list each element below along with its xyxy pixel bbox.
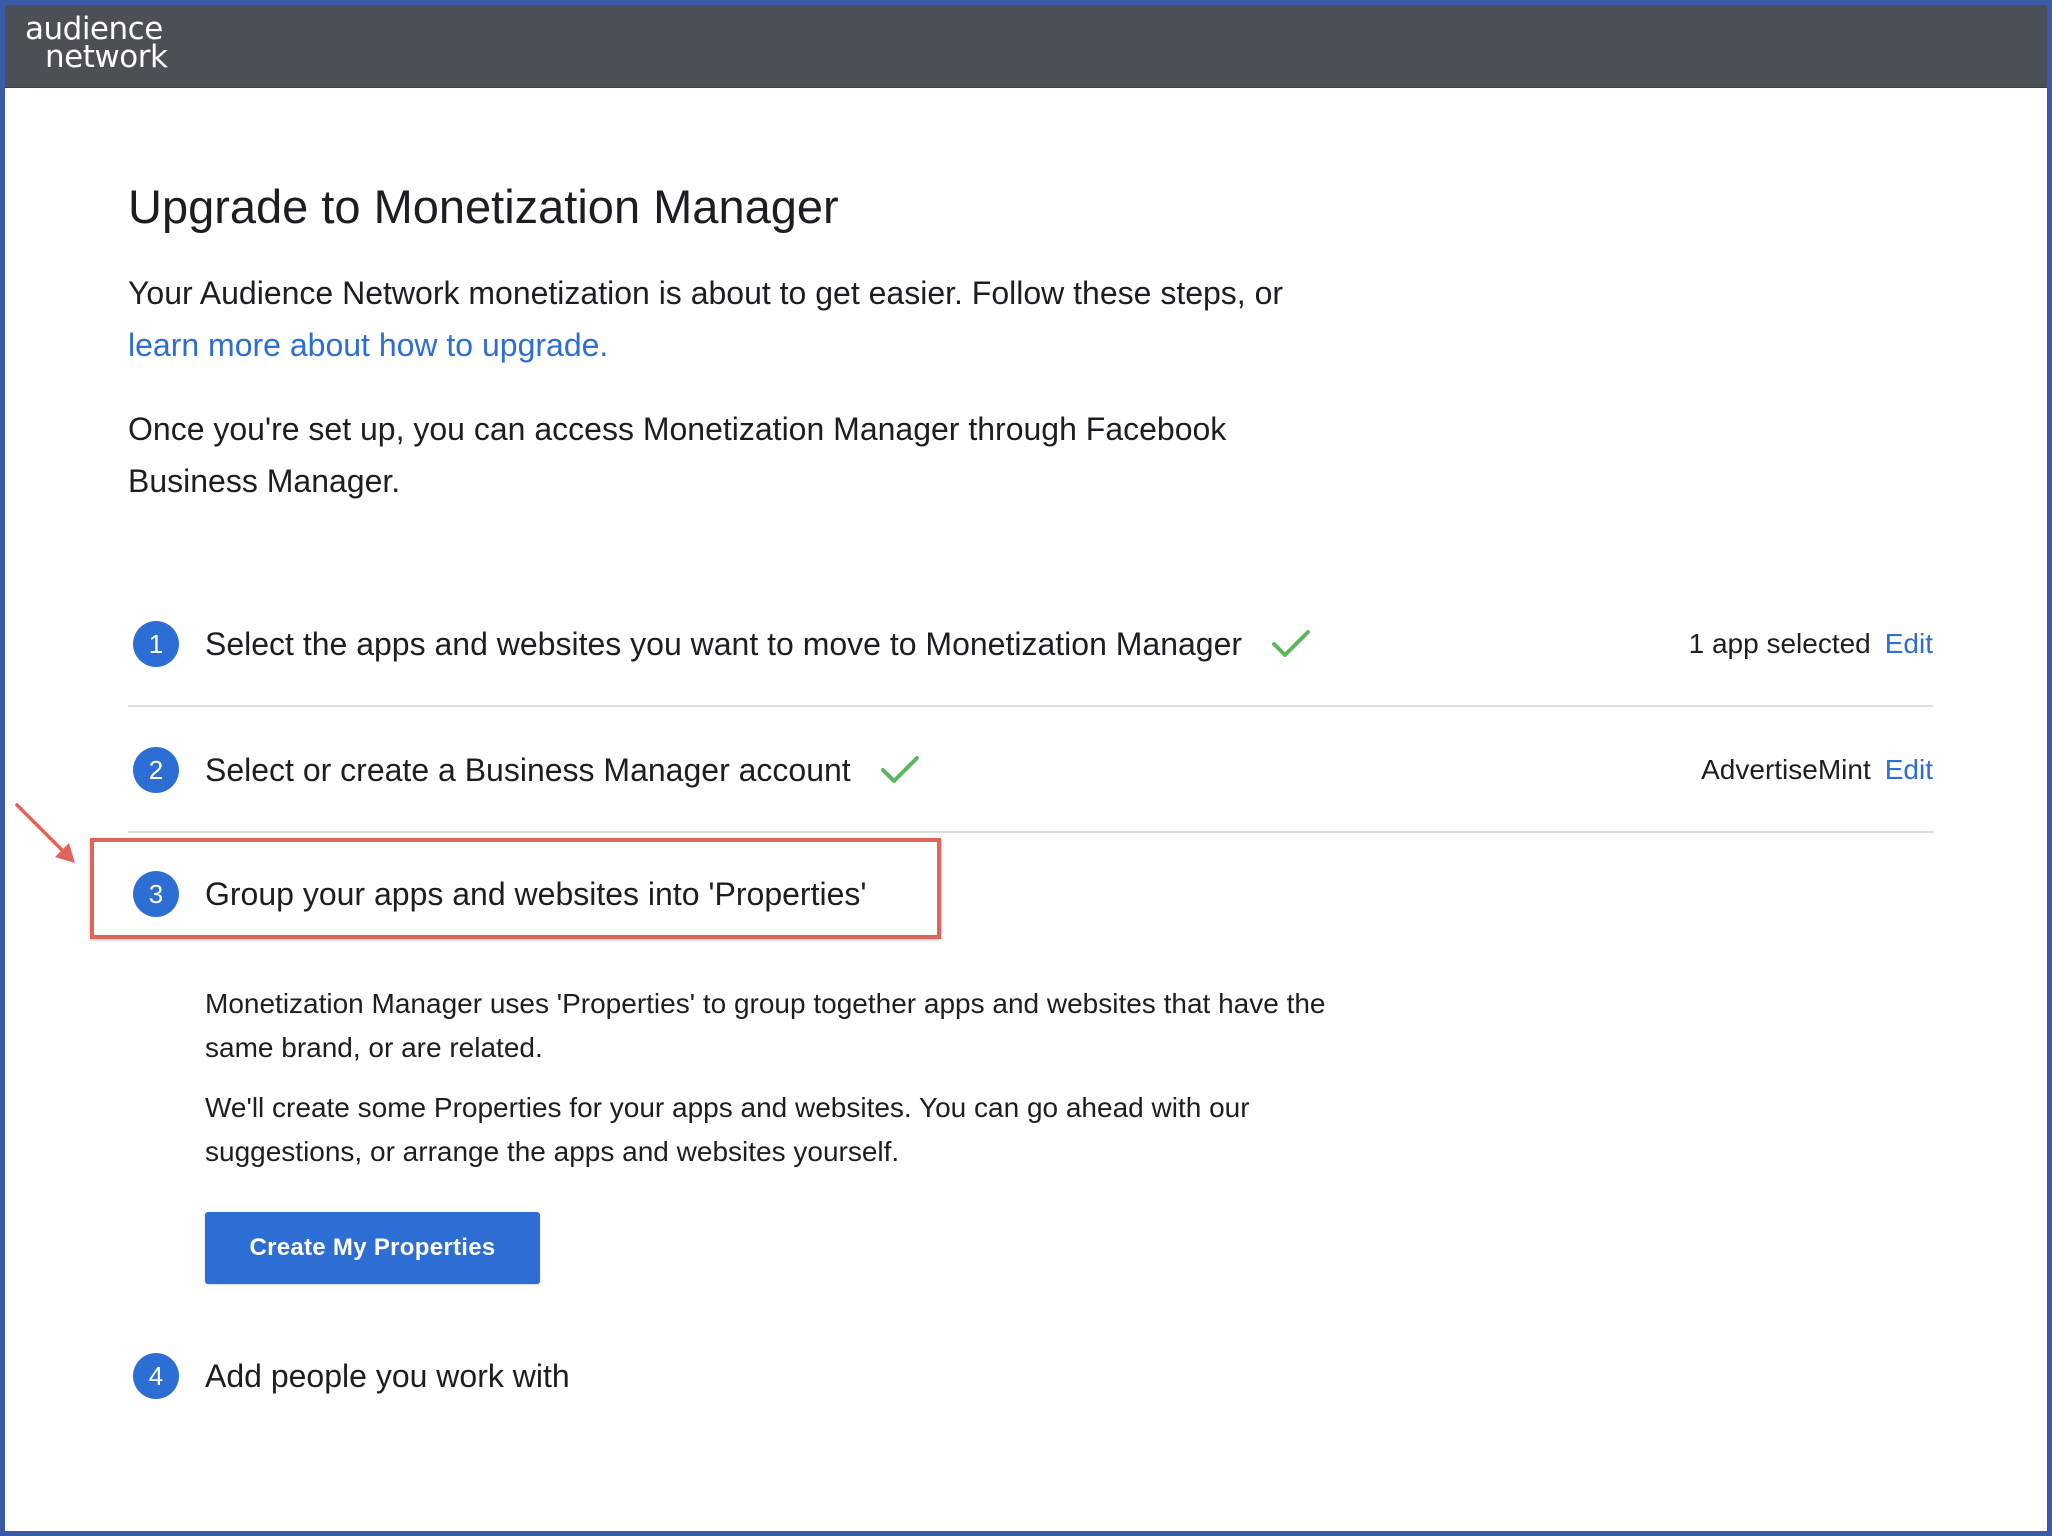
step-2-label: Select or create a Business Manager acco…: [205, 747, 920, 793]
step-2-status: AdvertiseMint: [1701, 754, 1871, 785]
setup-paragraph: Once you're set up, you can access Monet…: [128, 411, 1227, 499]
step-number-badge: 4: [133, 1353, 179, 1399]
step-1-edit-link[interactable]: Edit: [1885, 628, 1933, 659]
app-window: audience network Upgrade to Monetization…: [0, 0, 2052, 1536]
logo-line-2: network: [45, 39, 168, 75]
step-3-highlight-box: [90, 838, 941, 939]
learn-more-link[interactable]: learn more about how to upgrade.: [128, 327, 608, 363]
intro-text: Your Audience Network monetization is ab…: [128, 275, 1284, 311]
step-3-description-2: We'll create some Properties for your ap…: [205, 1092, 1250, 1167]
page-title: Upgrade to Monetization Manager: [128, 180, 839, 233]
checkmark-icon: [1271, 629, 1310, 657]
step-3-description-1: Monetization Manager uses 'Properties' t…: [205, 988, 1326, 1063]
create-my-properties-button[interactable]: Create My Properties: [205, 1212, 540, 1284]
step-1-label: Select the apps and websites you want to…: [205, 621, 1311, 667]
step-4: 4 Add people you work with: [128, 1327, 1933, 1427]
top-bar: audience network: [5, 5, 2047, 88]
step-number-badge: 1: [133, 621, 179, 667]
step-2-text: Select or create a Business Manager acco…: [205, 752, 851, 788]
step-2: 2 Select or create a Business Manager ac…: [128, 705, 1933, 833]
step-1: 1 Select the apps and websites you want …: [128, 579, 1933, 707]
intro-paragraph: Your Audience Network monetization is ab…: [128, 267, 1328, 371]
checkmark-icon: [880, 755, 919, 783]
step-1-status: 1 app selected: [1688, 628, 1871, 659]
step-1-text: Select the apps and websites you want to…: [205, 626, 1243, 662]
step-number-badge: 2: [133, 747, 179, 793]
arrow-icon: [15, 803, 75, 863]
audience-network-logo[interactable]: audience network: [25, 14, 168, 75]
step-1-summary: 1 app selected Edit: [1689, 621, 1933, 667]
step-2-edit-link[interactable]: Edit: [1885, 754, 1933, 785]
main-content: Upgrade to Monetization Manager Your Aud…: [5, 87, 2047, 1531]
step-4-label: Add people you work with: [205, 1358, 570, 1394]
step-2-summary: AdvertiseMint Edit: [1701, 747, 1933, 793]
